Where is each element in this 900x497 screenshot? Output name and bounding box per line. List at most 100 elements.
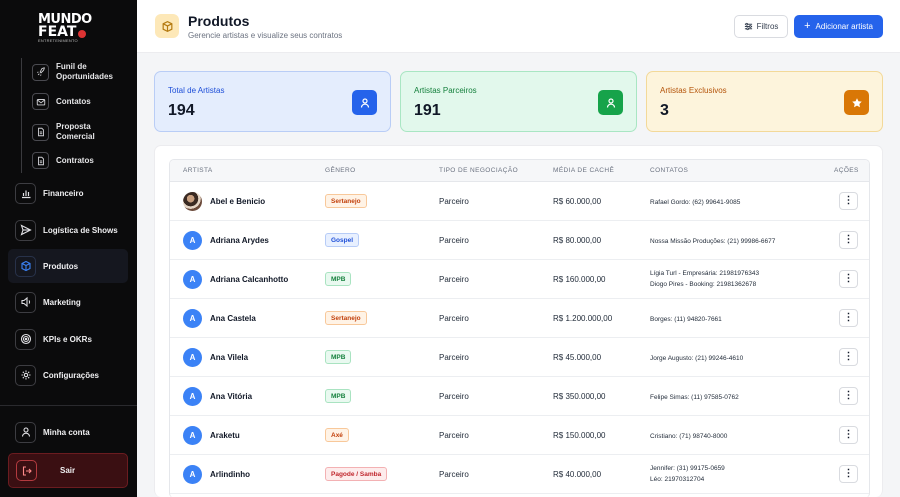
table-row[interactable]: A Adriana Calcanhotto MPB Parceiro R$ 16…	[170, 260, 869, 299]
add-artist-button[interactable]: + Adicionar artista	[794, 15, 883, 38]
deal-type: Parceiro	[439, 197, 469, 206]
cube-icon	[155, 14, 179, 38]
stat-value: 194	[168, 102, 195, 119]
cube-icon	[15, 255, 36, 277]
target-icon	[15, 328, 36, 350]
filter-button[interactable]: Filtros	[734, 15, 788, 38]
deal-type: Parceiro	[439, 353, 469, 362]
contact-line: Borges: (11) 94820-7661	[650, 316, 722, 323]
row-actions-button[interactable]: ⋮	[839, 231, 858, 249]
avatar: A	[183, 231, 202, 250]
megaphone-icon	[15, 291, 36, 313]
sidebar-item-kpis[interactable]: KPIs e OKRs	[8, 322, 128, 356]
deal-type: Parceiro	[439, 392, 469, 401]
brand-logo[interactable]: MUNDO FEAT ENTRETENIMENTO	[38, 13, 92, 44]
column-header-contatos[interactable]: CONTATOS	[650, 167, 688, 174]
gear-icon	[15, 364, 36, 386]
row-actions-button[interactable]: ⋮	[839, 192, 858, 210]
contacts: Rafael Gordo: (62) 99641-9085	[650, 197, 740, 208]
column-header-cache[interactable]: MÉDIA DE CACHÊ	[553, 167, 614, 174]
column-header-artista[interactable]: ARTISTA	[183, 167, 213, 174]
row-actions-button[interactable]: ⋮	[839, 426, 858, 444]
sidebar-item-configuracoes[interactable]: Configurações	[8, 358, 128, 392]
artist-name: Adriana Arydes	[210, 236, 269, 245]
contact-line: Felipe Simas: (11) 97585-0762	[650, 394, 739, 401]
stat-value: 191	[414, 102, 441, 119]
sidebar-item-logistica[interactable]: Logística de Shows	[8, 213, 128, 247]
sidebar-divider	[0, 405, 137, 406]
column-header-genero[interactable]: GÊNERO	[325, 167, 356, 174]
page-header: Produtos Gerencie artistas e visualize s…	[137, 0, 900, 53]
page-subtitle: Gerencie artistas e visualize seus contr…	[188, 31, 343, 40]
document-icon	[32, 152, 49, 169]
row-actions-button[interactable]: ⋮	[839, 309, 858, 327]
table-row[interactable]: Abel e Benicio Sertanejo Parceiro R$ 60.…	[170, 182, 869, 221]
sidebar-item-marketing[interactable]: Marketing	[8, 285, 128, 319]
sidebar-item-label: Produtos	[43, 261, 79, 271]
table-row[interactable]: A Ana Vitória MPB Parceiro R$ 350.000,00…	[170, 377, 869, 416]
genre-badge: MPB	[325, 272, 352, 286]
artist-name: Ana Vilela	[210, 353, 249, 362]
average-fee: R$ 45.000,00	[553, 353, 602, 362]
average-fee: R$ 160.000,00	[553, 275, 606, 284]
sidebar-item-financeiro[interactable]: Financeiro	[8, 176, 128, 210]
sidebar-item-minha-conta[interactable]: Minha conta	[8, 415, 128, 449]
artist-name: Abel e Benicio	[210, 197, 266, 206]
artist-name: Araketu	[210, 431, 240, 440]
avatar: A	[183, 465, 202, 484]
avatar: A	[183, 387, 202, 406]
sidebar-subitem-label: Contatos	[56, 96, 91, 106]
row-actions-button[interactable]: ⋮	[839, 270, 858, 288]
sidebar-subitem-proposta[interactable]: Proposta Comercial	[32, 122, 106, 142]
mail-icon	[32, 93, 49, 110]
average-fee: R$ 150.000,00	[553, 431, 606, 440]
genre-badge: Gospel	[325, 233, 360, 247]
sidebar-subitem-contatos[interactable]: Contatos	[32, 93, 91, 110]
sidebar-item-label: Configurações	[43, 370, 100, 380]
deal-type: Parceiro	[439, 314, 469, 323]
document-icon	[32, 123, 49, 141]
table-row[interactable]: A Adriana Arydes Gospel Parceiro R$ 80.0…	[170, 221, 869, 260]
table-row[interactable]: A Araketu Axé Parceiro R$ 150.000,00 Cri…	[170, 416, 869, 455]
sidebar-subitem-label: Funil de Oportunidades	[56, 62, 113, 81]
average-fee: R$ 40.000,00	[553, 470, 602, 479]
sidebar-item-label: Marketing	[43, 297, 81, 307]
row-actions-button[interactable]: ⋮	[839, 387, 858, 405]
sidebar-subitem-label: Proposta Comercial	[56, 122, 95, 141]
row-actions-button[interactable]: ⋮	[839, 348, 858, 366]
stat-label: Artistas Parceiros	[414, 86, 477, 95]
sidebar-subitem-contratos[interactable]: Contratos	[32, 152, 94, 169]
sidebar-item-produtos[interactable]: Produtos	[8, 249, 128, 283]
user-icon	[15, 421, 36, 443]
send-icon	[15, 219, 36, 241]
contacts: Borges: (11) 94820-7661	[650, 314, 722, 325]
sidebar-subitem-funil[interactable]: Funil de Oportunidades	[32, 62, 116, 82]
contact-line: Jorge Augusto: (21) 99246-4610	[650, 355, 744, 362]
average-fee: R$ 350.000,00	[553, 392, 606, 401]
contact-line: Jennifer: (31) 99175-0659	[650, 465, 725, 472]
avatar: A	[183, 270, 202, 289]
avatar: A	[183, 426, 202, 445]
sidebar-item-label: Financeiro	[43, 188, 84, 198]
genre-badge: MPB	[325, 389, 352, 403]
rocket-icon	[32, 63, 49, 81]
stat-card-total: Total de Artistas 194	[154, 71, 391, 132]
logout-button[interactable]: Sair	[8, 453, 128, 488]
table-row[interactable]: A Ana Castela Sertanejo Parceiro R$ 1.20…	[170, 299, 869, 338]
filter-button-label: Filtros	[756, 22, 779, 31]
deal-type: Parceiro	[439, 275, 469, 284]
table-row[interactable]: A Ana Vilela MPB Parceiro R$ 45.000,00 J…	[170, 338, 869, 377]
add-artist-label: Adicionar artista	[815, 22, 873, 31]
artists-table: ARTISTA GÊNERO TIPO DE NEGOCIAÇÃO MÉDIA …	[169, 159, 870, 497]
contact-line: Nossa Missão Produções: (21) 99986-6677	[650, 238, 776, 245]
genre-badge: Sertanejo	[325, 311, 367, 325]
row-actions-button[interactable]: ⋮	[839, 465, 858, 483]
contacts: Jorge Augusto: (21) 99246-4610	[650, 353, 743, 364]
artist-name: Ana Vitória	[210, 392, 253, 401]
avatar	[183, 192, 202, 211]
stat-label: Total de Artistas	[168, 86, 225, 95]
table-row[interactable]: A Arlindinho Pagode / Samba Parceiro R$ …	[170, 455, 869, 494]
contact-line: Diogo Pires - Booking: 21981362678	[650, 281, 757, 288]
column-header-tipo[interactable]: TIPO DE NEGOCIAÇÃO	[439, 167, 518, 174]
genre-badge: Axé	[325, 428, 349, 442]
